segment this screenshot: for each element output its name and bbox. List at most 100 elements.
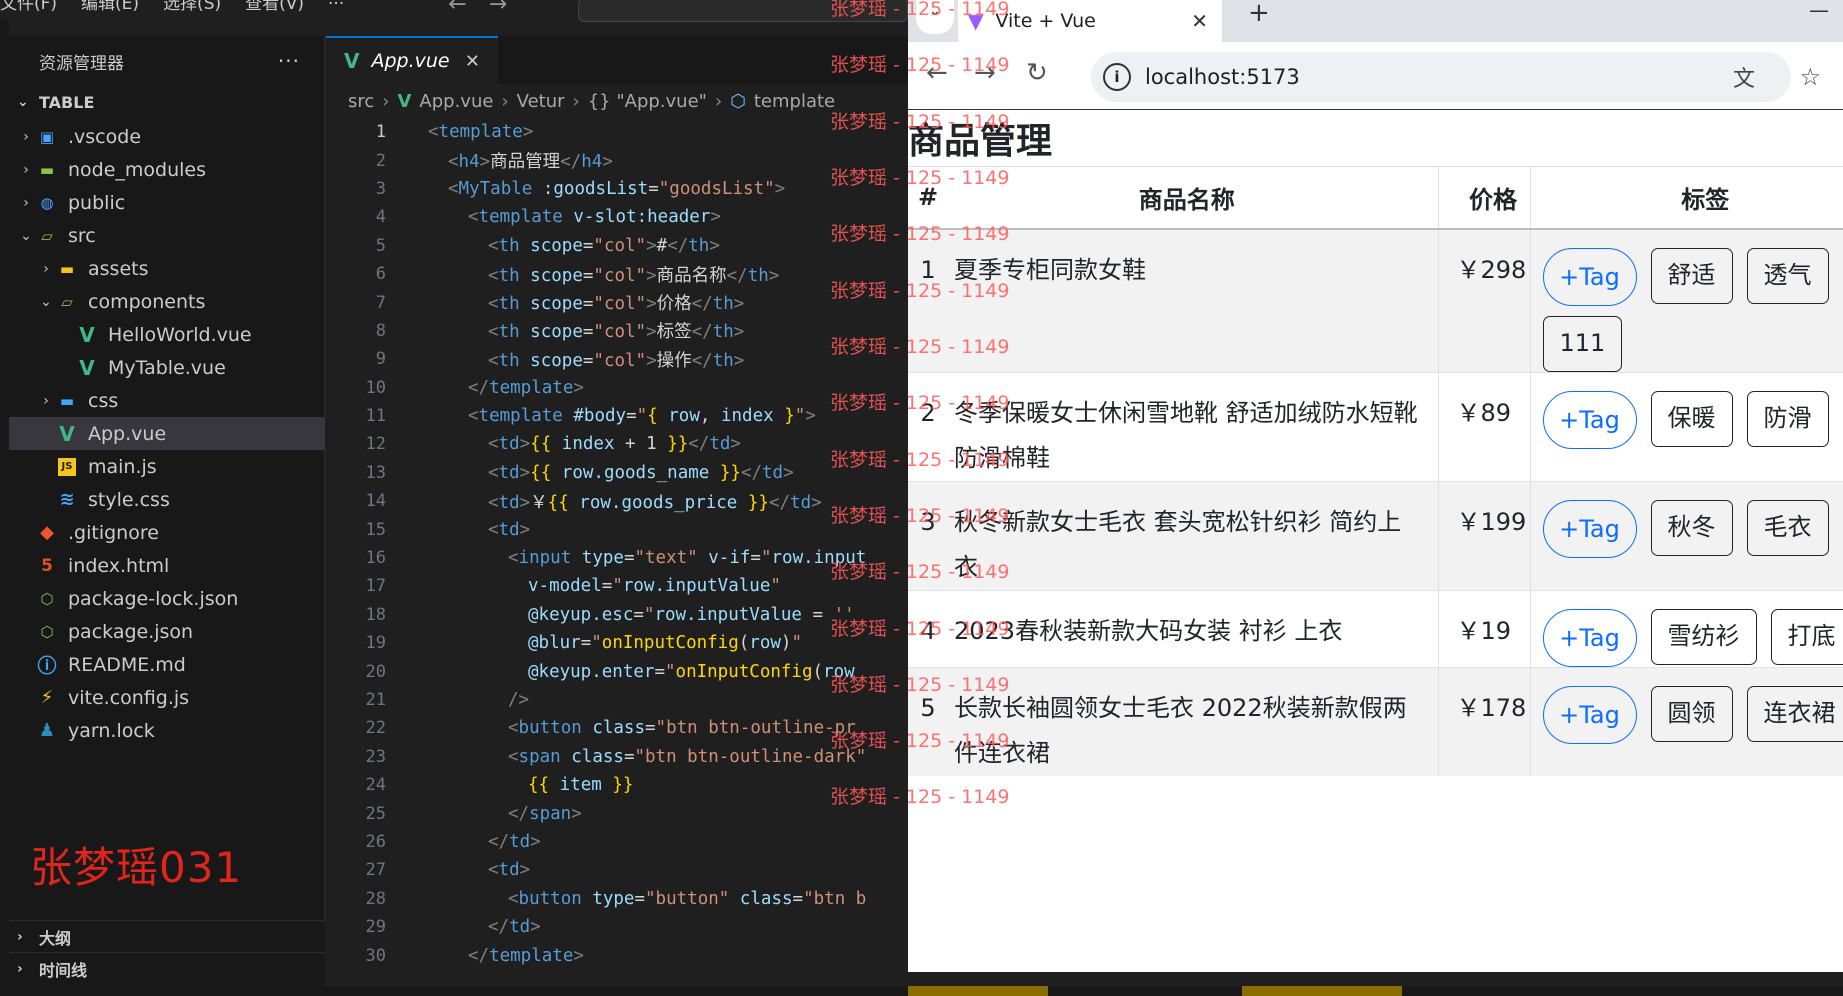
tree-item[interactable]: ⬡ package.json — [9, 615, 325, 648]
tag-badge[interactable]: 连衣裙 — [1746, 685, 1843, 742]
code-line[interactable]: 21/> — [326, 686, 908, 714]
tree-item[interactable]: ⌄ ▱ src — [9, 219, 325, 252]
breadcrumb-file[interactable]: App.vue — [419, 91, 493, 112]
code-line[interactable]: 10 </template> — [326, 374, 908, 402]
tag-badge[interactable]: 舒适 — [1650, 247, 1733, 304]
code-line[interactable]: 3 <MyTable :goodsList="goodsList"> — [326, 175, 908, 203]
tree-item[interactable]: › ▬ assets — [9, 252, 325, 285]
code-line[interactable]: 24{{ item }} — [326, 771, 908, 799]
code-line[interactable]: 18 @keyup.esc="row.inputValue = '' — [326, 601, 908, 629]
minimize-icon[interactable]: — — [1809, 0, 1829, 22]
close-icon[interactable]: ✕ — [1191, 9, 1208, 33]
code-line[interactable]: 19 @blur="onInputConfig(row)" — [326, 629, 908, 657]
code-line[interactable]: 16 <input type="text" v-if="row.input — [326, 544, 908, 572]
tag-badge[interactable]: 防滑 — [1746, 390, 1829, 447]
code-line[interactable]: 26 </td> — [326, 828, 908, 856]
breadcrumb-module[interactable]: {} "App.vue" — [588, 91, 707, 112]
symbol-icon: ⬡ — [730, 90, 746, 112]
code-line[interactable]: 13 <td>{{ row.goods_name }}</td> — [326, 459, 908, 487]
add-tag-button[interactable]: +Tag — [1542, 608, 1637, 667]
code-line[interactable]: 23 <span class="btn btn-outline-dark" — [326, 743, 908, 771]
tree-item[interactable]: V MyTable.vue — [9, 351, 325, 384]
tree-item[interactable]: › ▬ node_modules — [9, 153, 325, 186]
row-goods-price: ￥89 — [1437, 371, 1530, 481]
tree-item[interactable]: ≋ style.css — [9, 483, 325, 516]
forward-arrow-icon[interactable]: → — [489, 0, 507, 17]
tag-badge[interactable]: 雪纺衫 — [1650, 608, 1757, 665]
breadcrumb-template[interactable]: template — [754, 91, 835, 112]
address-bar[interactable]: i localhost:5173 文 ☆ — [1091, 52, 1821, 102]
tree-item[interactable]: V HelloWorld.vue — [9, 318, 325, 351]
code-line[interactable]: 17 v-model="row.inputValue" — [326, 572, 908, 600]
tree-item[interactable]: 5 index.html — [9, 549, 325, 582]
code-line[interactable]: 28 <button type="button" class="btn b — [326, 885, 908, 913]
site-info-icon[interactable]: i — [1103, 63, 1131, 91]
tree-item[interactable]: › ▬ css — [9, 384, 325, 417]
breadcrumb-src[interactable]: src — [348, 91, 374, 112]
code-line[interactable]: 11 <template #body="{ row, index }"> — [326, 402, 908, 430]
tree-item[interactable]: ◆ .gitignore — [9, 516, 325, 549]
menu-file[interactable]: 文件(F) — [0, 0, 57, 14]
tag-badge[interactable]: 秋冬 — [1650, 499, 1733, 556]
tree-item[interactable]: › ▣ .vscode — [9, 120, 325, 153]
line-number: 10 — [365, 377, 386, 398]
tag-badge[interactable]: 透气 — [1746, 247, 1829, 304]
more-actions-icon[interactable]: ··· — [278, 49, 300, 73]
tree-item[interactable]: JS main.js — [9, 450, 325, 483]
close-icon[interactable]: ✕ — [465, 51, 480, 72]
code-line[interactable]: 27 <td> — [326, 856, 908, 884]
code-line[interactable]: 20 @keyup.enter="onInputConfig(row — [326, 657, 908, 685]
menu-view[interactable]: 查看(V) — [245, 0, 304, 14]
code-line[interactable]: 22 <button class="btn btn-outline-pr — [326, 714, 908, 742]
tag-badge[interactable]: 保暖 — [1650, 390, 1733, 447]
root-folder-header[interactable]: ⌄ TABLE — [9, 86, 324, 118]
code-line[interactable]: 15 <td> — [326, 515, 908, 543]
menu-more[interactable]: ··· — [328, 0, 344, 14]
menu-edit[interactable]: 编辑(E) — [81, 0, 139, 14]
timeline-section[interactable]: › 时间线 — [9, 952, 325, 984]
code-line[interactable]: 14 <td>￥{{ row.goods_price }}</td> — [326, 487, 908, 515]
back-arrow-icon[interactable]: ← — [448, 0, 466, 17]
menu-selection[interactable]: 选择(S) — [163, 0, 221, 14]
code-line[interactable]: 7 <th scope="col">价格</th> — [326, 288, 908, 316]
tree-item[interactable]: ♟ yarn.lock — [9, 714, 325, 747]
outline-section[interactable]: › 大纲 — [9, 920, 325, 952]
tag-badge[interactable]: 毛衣 — [1746, 499, 1829, 556]
tree-item[interactable]: V App.vue — [9, 417, 325, 450]
code-line[interactable]: 30 </template> — [326, 941, 908, 969]
tag-badge[interactable]: 打底 — [1770, 608, 1843, 665]
vue-file-icon: V — [79, 322, 95, 347]
root-folder-label: TABLE — [39, 92, 95, 112]
code-area[interactable]: 1 <template> 2 <h4>商品管理</h4> 3 <MyTable :good… — [326, 118, 908, 970]
bookmark-star-icon[interactable]: ☆ — [1799, 63, 1821, 91]
editor-tab-app-vue[interactable]: V App.vue ✕ — [326, 36, 498, 84]
code-line[interactable]: 25 </span> — [326, 799, 908, 827]
code-line[interactable]: 4 <template v-slot:header> — [326, 203, 908, 231]
code-line[interactable]: 9 <th scope="col">操作</th> — [326, 345, 908, 373]
add-tag-button[interactable]: +Tag — [1542, 247, 1637, 306]
translate-icon[interactable]: 文 — [1733, 61, 1755, 93]
tree-item[interactable]: ⚡ vite.config.js — [9, 681, 325, 714]
code-line[interactable]: 12 <td>{{ index + 1 }}</td> — [326, 430, 908, 458]
add-tag-button[interactable]: +Tag — [1542, 390, 1637, 449]
tag-badge[interactable]: 圆领 — [1650, 685, 1733, 742]
code-line[interactable]: 8 <th scope="col">标签</th> — [326, 317, 908, 345]
code-line[interactable]: 6 <th scope="col">商品名称</th> — [326, 260, 908, 288]
tree-item-label: public — [68, 191, 126, 214]
tag-badge[interactable]: 111 — [1542, 315, 1623, 372]
line-number: 12 — [365, 434, 386, 455]
tree-item[interactable]: ⓘ README.md — [9, 648, 325, 681]
code-line[interactable]: 29 </td> — [326, 913, 908, 941]
new-tab-button[interactable]: + — [1248, 0, 1270, 26]
tree-item[interactable]: ⬡ package-lock.json — [9, 582, 325, 615]
code-line[interactable]: 5 <th scope="col">#</th> — [326, 232, 908, 260]
tree-item-label: .vscode — [68, 125, 142, 148]
code-line[interactable]: 1 <template> — [326, 118, 908, 146]
code-line[interactable]: 2 <h4>商品管理</h4> — [326, 146, 908, 174]
reload-icon[interactable]: ↻ — [1026, 58, 1048, 88]
tree-item[interactable]: › ◍ public — [9, 186, 325, 219]
tree-item[interactable]: ⌄ ▱ components — [9, 285, 325, 318]
add-tag-button[interactable]: +Tag — [1542, 685, 1637, 744]
add-tag-button[interactable]: +Tag — [1542, 499, 1637, 558]
breadcrumb-vetur[interactable]: Vetur — [517, 91, 565, 112]
